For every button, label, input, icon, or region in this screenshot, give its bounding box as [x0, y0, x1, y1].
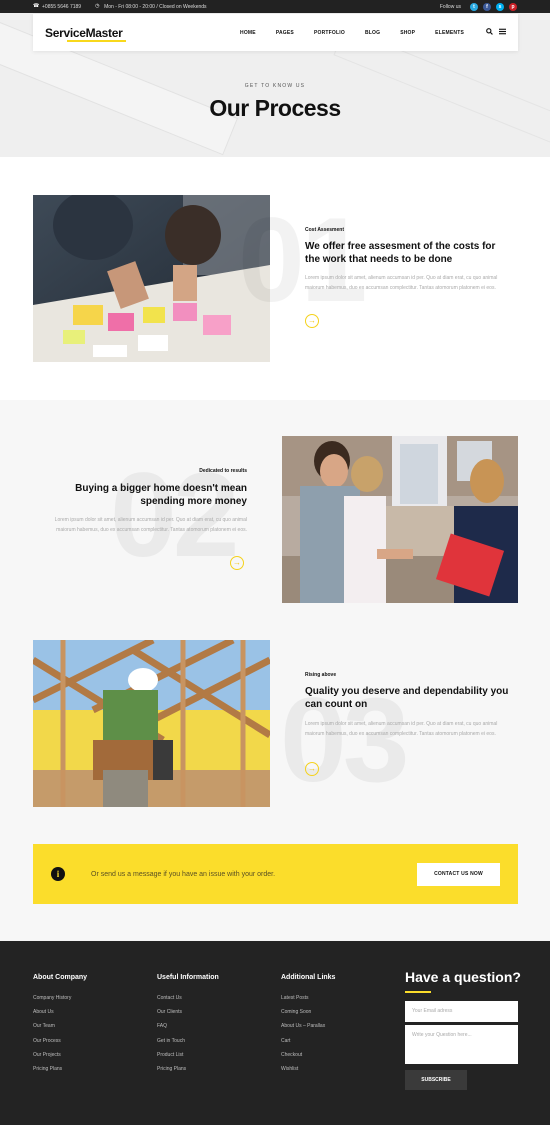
home-buyers-photo: [282, 436, 518, 603]
footer-link[interactable]: Cart: [281, 1038, 335, 1052]
step-heading-3: Quality you deserve and dependability yo…: [305, 686, 509, 710]
footer-link[interactable]: Pricing Plans: [33, 1066, 87, 1080]
follow-label: Follow us: [439, 3, 461, 10]
email-field[interactable]: Your Email adress: [405, 1001, 518, 1022]
hamburger-icon[interactable]: [499, 28, 506, 37]
footer-link[interactable]: About Us – Parallax: [281, 1023, 335, 1037]
footer-link[interactable]: Our Process: [33, 1038, 87, 1052]
hours-info: ◷ Mon - Fri 08:00 - 20:00 / Closed on We…: [95, 4, 206, 10]
top-bar: ☎ +0855 5646 7189 ◷ Mon - Fri 08:00 - 20…: [0, 0, 550, 13]
footer-link[interactable]: Contact Us: [157, 995, 219, 1009]
nav-tools: [486, 28, 506, 37]
twitter-icon[interactable]: t: [470, 2, 478, 11]
footer-link[interactable]: Coming Soon: [281, 1009, 335, 1023]
subscribe-button[interactable]: SUBSCRIBE: [405, 1070, 467, 1090]
phone-number: +0855 5646 7189: [42, 3, 82, 10]
title-underline: [405, 991, 431, 993]
opening-hours: Mon - Fri 08:00 - 20:00 / Closed on Week…: [104, 3, 207, 10]
social-links: Follow us t f s p: [439, 2, 517, 11]
nav-shop[interactable]: SHOP: [400, 30, 415, 36]
footer-link[interactable]: Latest Posts: [281, 995, 335, 1009]
banner-message: Or send us a message if you have an issu…: [91, 870, 276, 878]
question-title: Have a question?: [405, 969, 521, 985]
nav-home[interactable]: HOME: [240, 30, 256, 36]
footer-link[interactable]: FAQ: [157, 1023, 219, 1037]
question-textarea[interactable]: Write your Question here...: [405, 1025, 518, 1064]
footer-link[interactable]: Product List: [157, 1052, 219, 1066]
clock-icon: ◷: [95, 3, 100, 9]
footer-link[interactable]: Our Projects: [33, 1052, 87, 1066]
nav-portfolio[interactable]: PORTFOLIO: [314, 30, 345, 36]
planning-photo: [33, 195, 270, 362]
step-text-2: Lorem ipsum dolor sit amet, alienum accu…: [54, 517, 247, 533]
step-subtitle-2: Dedicated to results: [199, 468, 247, 474]
facebook-icon[interactable]: f: [483, 2, 491, 11]
main-navigation: ServiceMaster HOME PAGES PORTFOLIO BLOG …: [33, 14, 518, 51]
footer-link[interactable]: Our Clients: [157, 1009, 219, 1023]
phone-info: ☎ +0855 5646 7189: [33, 4, 81, 10]
step-text-3: Lorem ipsum dolor sit amet, alienum accu…: [305, 721, 498, 737]
info-icon: i: [51, 867, 65, 881]
footer-link[interactable]: Get in Touch: [157, 1038, 219, 1052]
footer-link[interactable]: Checkout: [281, 1052, 335, 1066]
footer-col-useful: Useful Information Contact Us Our Client…: [157, 974, 219, 1080]
step-heading-2: Buying a bigger home doesn't mean spendi…: [75, 483, 247, 507]
footer-link[interactable]: Pricing Plans: [157, 1066, 219, 1080]
step-subtitle-1: Cost Assesment: [305, 227, 344, 233]
step-heading-1: We offer free assesment of the costs for…: [305, 241, 496, 265]
menu: HOME PAGES PORTFOLIO BLOG SHOP ELEMENTS: [220, 28, 506, 37]
footer-link[interactable]: Wishlist: [281, 1066, 335, 1080]
search-icon[interactable]: [486, 28, 493, 37]
nav-elements[interactable]: ELEMENTS: [435, 30, 464, 36]
step-arrow-button-2[interactable]: →: [230, 556, 244, 570]
step-arrow-button-1[interactable]: →: [305, 314, 319, 328]
page-title: Our Process: [209, 95, 341, 121]
nav-pages[interactable]: PAGES: [276, 30, 294, 36]
skype-icon[interactable]: s: [496, 2, 504, 11]
contact-banner: i Or send us a message if you have an is…: [33, 844, 518, 904]
step-subtitle-3: Rising above: [305, 672, 337, 678]
footer-link[interactable]: About Us: [33, 1009, 87, 1023]
pinterest-icon[interactable]: p: [509, 2, 517, 11]
footer-heading: Useful Information: [157, 974, 219, 981]
footer-heading: Additional Links: [281, 974, 336, 981]
footer-link[interactable]: Our Team: [33, 1023, 87, 1037]
construction-worker-photo: [33, 640, 270, 807]
contact-us-button[interactable]: CONTACT US NOW: [417, 862, 500, 886]
step-arrow-button-3[interactable]: →: [305, 762, 319, 776]
logo[interactable]: ServiceMaster: [45, 26, 125, 42]
footer-col-additional: Additional Links Latest Posts Coming Soo…: [281, 974, 335, 1080]
step-text-1: Lorem ipsum dolor sit amet, alienum accu…: [305, 275, 498, 291]
hero-kicker: GET TO KNOW US: [244, 83, 306, 89]
footer-link[interactable]: Company History: [33, 995, 87, 1009]
phone-icon: ☎: [33, 3, 40, 9]
footer-heading: About Company: [33, 974, 88, 981]
footer-col-about: About Company Company History About Us O…: [33, 974, 87, 1080]
nav-blog[interactable]: BLOG: [365, 30, 380, 36]
